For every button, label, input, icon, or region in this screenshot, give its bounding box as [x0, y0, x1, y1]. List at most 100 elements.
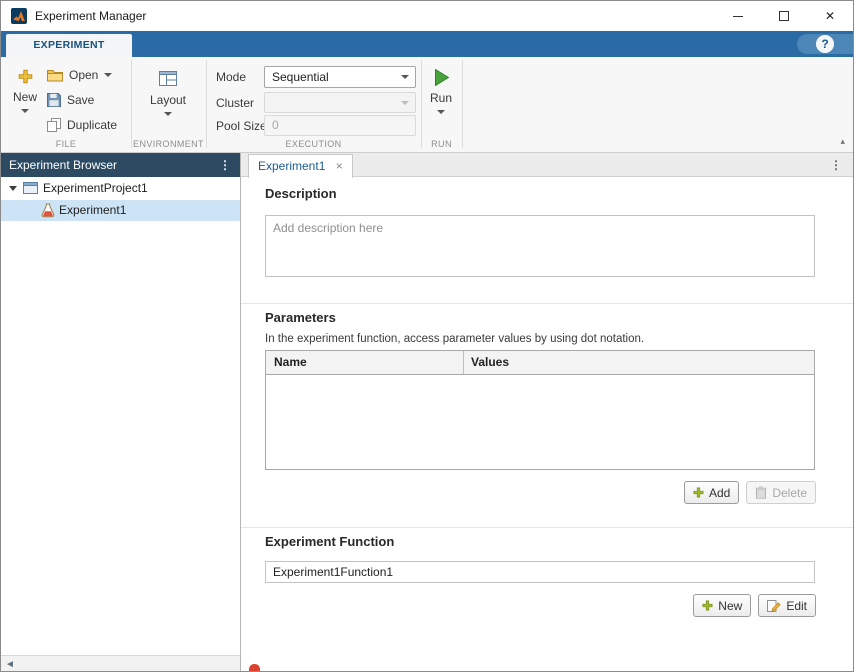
column-header-values: Values [471, 351, 509, 374]
experiment-label: Experiment1 [59, 200, 126, 221]
tab-experiment1[interactable]: Experiment1 × [248, 154, 353, 178]
new-function-button-label: New [718, 599, 742, 613]
window-title: Experiment Manager [35, 1, 146, 31]
pool-size-label: Pool Size [216, 119, 267, 133]
section-separator [421, 60, 422, 148]
add-button-label: Add [709, 486, 730, 500]
column-divider [463, 351, 464, 374]
collapse-toolstrip-button[interactable]: ▴ [840, 137, 845, 146]
execution-section-label: EXECUTION [206, 139, 421, 149]
experiment-function-heading: Experiment Function [265, 534, 394, 549]
document-area: Experiment1 × ⋮ Description Parameters I… [241, 153, 854, 672]
pool-size-value: 0 [272, 116, 279, 135]
run-button-label: Run [430, 91, 452, 105]
experiment-function-input[interactable] [265, 561, 815, 583]
status-bar: ◄ [1, 655, 241, 672]
close-icon: ✕ [825, 10, 835, 22]
add-plus-icon [693, 487, 704, 498]
partial-red-icon [249, 664, 260, 672]
experiment-browser-header: Experiment Browser ⋮ [1, 153, 240, 177]
delete-parameter-button: Delete [746, 481, 816, 504]
chevron-down-icon [401, 75, 409, 79]
save-icon [47, 93, 61, 107]
ribbon-tab-strip: EXPERIMENT MANAGER ? [1, 31, 853, 57]
minimize-icon [733, 16, 743, 17]
cluster-label: Cluster [216, 96, 254, 110]
duplicate-button-label: Duplicate [67, 118, 117, 132]
section-divider [241, 527, 854, 528]
browser-menu-button[interactable]: ⋮ [219, 153, 231, 177]
run-section-label: RUN [421, 139, 462, 149]
trash-icon [755, 486, 767, 499]
document-actions-menu[interactable]: ⋮ [830, 153, 842, 177]
section-separator [131, 60, 132, 148]
minimize-button[interactable] [715, 1, 761, 31]
parameters-hint: In the experiment function, access param… [265, 333, 644, 345]
run-button[interactable]: Run [424, 62, 458, 142]
layout-icon [159, 71, 177, 86]
mode-dropdown[interactable]: Sequential [264, 66, 416, 88]
parameters-table-body [266, 375, 814, 469]
layout-dropdown-arrow-icon[interactable] [164, 112, 172, 116]
tab-close-icon[interactable]: × [336, 159, 343, 173]
layout-button[interactable]: Layout [137, 62, 199, 142]
section-separator [206, 60, 207, 148]
tree-expand-icon[interactable] [9, 186, 17, 191]
document-tab-bar: Experiment1 × ⋮ [241, 153, 854, 177]
window-controls: ✕ [715, 1, 853, 31]
new-plus-icon [18, 69, 33, 84]
parameters-table-header: Name Values [266, 351, 814, 375]
open-dropdown-arrow-icon[interactable] [104, 73, 112, 77]
parameters-table: Name Values [265, 350, 815, 470]
layout-button-label: Layout [150, 93, 186, 107]
project-icon [23, 181, 38, 194]
delete-button-label: Delete [772, 486, 807, 500]
tree-item-project[interactable]: ExperimentProject1 [1, 178, 240, 199]
function-buttons: New Edit [693, 594, 816, 617]
tab-experiment-manager[interactable]: EXPERIMENT MANAGER [6, 34, 132, 57]
mode-value: Sequential [272, 67, 329, 87]
chevron-down-icon [401, 101, 409, 105]
project-label: ExperimentProject1 [43, 178, 148, 199]
edit-function-button[interactable]: Edit [758, 594, 816, 617]
help-pill: ? [797, 34, 853, 54]
parameters-heading: Parameters [265, 310, 336, 325]
new-plus-icon [702, 600, 713, 611]
new-button[interactable]: New [7, 62, 43, 142]
pool-size-input: 0 [264, 115, 416, 136]
section-divider [241, 303, 854, 304]
new-dropdown-arrow-icon[interactable] [21, 109, 29, 113]
experiment-browser-panel: Experiment Browser ⋮ ExperimentProject1 … [1, 153, 241, 655]
help-button[interactable]: ? [816, 35, 834, 53]
open-button[interactable]: Open [47, 64, 112, 86]
save-button-label: Save [67, 93, 94, 107]
toolstrip: New Open Save Duplicate FILE [1, 57, 853, 153]
cluster-dropdown [264, 92, 416, 113]
new-button-label: New [13, 90, 37, 104]
column-header-name: Name [274, 351, 307, 374]
description-heading: Description [265, 186, 337, 201]
flask-icon [41, 203, 55, 218]
maximize-button[interactable] [761, 1, 807, 31]
duplicate-button[interactable]: Duplicate [47, 114, 117, 136]
add-parameter-button[interactable]: Add [684, 481, 739, 504]
app-icon [11, 8, 27, 24]
description-textarea[interactable] [265, 215, 815, 277]
environment-section-label: ENVIRONMENT [131, 139, 206, 149]
tree-item-experiment[interactable]: Experiment1 [1, 200, 240, 221]
experiment-manager-window: Experiment Manager ✕ EXPERIMENT MANAGER … [0, 0, 854, 672]
experiment-browser-title: Experiment Browser [9, 158, 117, 172]
run-dropdown-arrow-icon[interactable] [437, 110, 445, 114]
collapse-panel-button[interactable]: ◄ [5, 658, 15, 671]
title-bar: Experiment Manager ✕ [1, 1, 853, 31]
close-button[interactable]: ✕ [807, 1, 853, 31]
save-button[interactable]: Save [47, 89, 94, 111]
section-separator [462, 60, 463, 148]
open-button-label: Open [69, 68, 98, 82]
tab-label: Experiment1 [258, 159, 325, 173]
file-section-label: FILE [1, 139, 131, 149]
maximize-icon [779, 11, 789, 21]
parameters-buttons: Add Delete [684, 481, 816, 504]
new-function-button[interactable]: New [693, 594, 751, 617]
duplicate-icon [47, 118, 61, 132]
